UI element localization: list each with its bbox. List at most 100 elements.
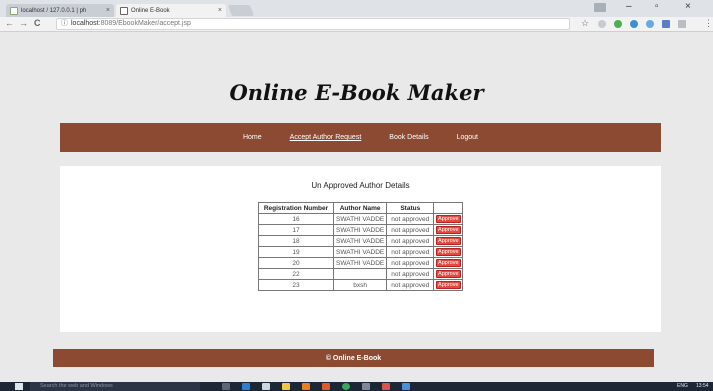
- new-tab-button[interactable]: [227, 5, 255, 16]
- store-icon[interactable]: [262, 383, 270, 390]
- app-icon[interactable]: [362, 383, 370, 390]
- tab-online-ebook[interactable]: Online E-Book ×: [116, 4, 226, 17]
- app-icon[interactable]: [402, 383, 410, 390]
- table-header-row: Registration Number Author Name Status: [258, 202, 464, 214]
- author-name-cell: bxsh: [332, 279, 388, 291]
- author-name-cell: SWATHI VADDE: [332, 235, 388, 247]
- minimize-button[interactable]: –: [626, 1, 632, 12]
- info-icon[interactable]: ⓘ: [61, 20, 68, 27]
- back-button[interactable]: ←: [5, 18, 14, 28]
- nav-home[interactable]: Home: [243, 134, 262, 141]
- extension-icon[interactable]: [646, 20, 654, 28]
- close-icon[interactable]: ×: [106, 7, 110, 14]
- author-name-cell: SWATHI VADDE: [332, 246, 388, 258]
- main-navbar: Home Accept Author Request Book Details …: [60, 123, 661, 152]
- column-header: Status: [386, 202, 435, 214]
- table-row: 17 SWATHI VADDE not approved Approve: [258, 224, 464, 236]
- app-icon[interactable]: [322, 383, 330, 390]
- tab-title: localhost / 127.0.0.1 | ph: [21, 7, 87, 14]
- unapproved-authors-table: Registration Number Author Name Status 1…: [258, 202, 464, 291]
- site-footer: © Online E-Book: [53, 349, 654, 367]
- url-path: :8089/EbookMaker/accept.jsp: [98, 20, 191, 27]
- action-cell: Approve: [433, 224, 464, 236]
- extension-icon[interactable]: [662, 20, 670, 28]
- language-indicator[interactable]: ENG: [677, 382, 688, 391]
- tab-title: Online E-Book: [131, 7, 170, 14]
- author-name-cell: SWATHI VADDE: [332, 213, 388, 225]
- approve-button[interactable]: Approve: [436, 215, 461, 223]
- address-bar[interactable]: ⓘ localhost:8089/EbookMaker/accept.jsp: [56, 18, 570, 30]
- maximize-button[interactable]: ▫: [655, 1, 659, 12]
- action-cell: Approve: [433, 257, 464, 269]
- registration-number-cell: 20: [258, 257, 334, 269]
- browser-toolbar: ← → C ⓘ localhost:8089/EbookMaker/accept.…: [0, 17, 713, 32]
- status-cell: not approved: [386, 257, 435, 269]
- table-row: 19 SWATHI VADDE not approved Approve: [258, 246, 464, 258]
- registration-number-cell: 23: [258, 279, 334, 291]
- column-header: Registration Number: [258, 202, 334, 214]
- app-icon[interactable]: [302, 383, 310, 390]
- action-cell: Approve: [433, 246, 464, 258]
- bookmark-star-icon[interactable]: ☆: [581, 18, 589, 29]
- taskbar-search-box[interactable]: Search the web and Windows: [30, 382, 200, 391]
- status-cell: not approved: [386, 235, 435, 247]
- close-icon[interactable]: ×: [218, 7, 222, 14]
- table-row: 18 SWATHI VADDE not approved Approve: [258, 235, 464, 247]
- registration-number-cell: 19: [258, 246, 334, 258]
- reload-button[interactable]: C: [34, 18, 41, 28]
- table-row: 23 bxsh not approved Approve: [258, 279, 464, 291]
- edge-icon[interactable]: [242, 383, 250, 390]
- status-cell: not approved: [386, 213, 435, 225]
- taskbar-clock[interactable]: 13:54: [696, 382, 709, 391]
- approve-button[interactable]: Approve: [436, 226, 461, 234]
- extension-icon[interactable]: [614, 20, 622, 28]
- url-host: localhost: [71, 20, 99, 27]
- forward-button[interactable]: →: [19, 18, 28, 28]
- app-icon[interactable]: [382, 383, 390, 390]
- file-explorer-icon[interactable]: [282, 383, 290, 390]
- status-cell: not approved: [386, 246, 435, 258]
- table-row: 20 SWATHI VADDE not approved Approve: [258, 257, 464, 269]
- extension-icon[interactable]: [678, 20, 686, 28]
- status-cell: not approved: [386, 224, 435, 236]
- tab-phpmyadmin[interactable]: localhost / 127.0.0.1 | ph ×: [6, 4, 114, 17]
- task-view-icon[interactable]: [222, 383, 230, 390]
- approve-button[interactable]: Approve: [436, 281, 461, 289]
- author-name-cell: [332, 268, 388, 280]
- extension-icon[interactable]: [630, 20, 638, 28]
- nav-accept-author-request[interactable]: Accept Author Request: [290, 134, 362, 141]
- profile-icon[interactable]: [594, 3, 606, 12]
- registration-number-cell: 17: [258, 224, 334, 236]
- page-icon: [120, 6, 128, 15]
- phpmyadmin-icon: [10, 6, 18, 15]
- approve-button[interactable]: Approve: [436, 270, 461, 278]
- action-cell: Approve: [433, 235, 464, 247]
- column-header: [433, 202, 464, 214]
- nav-logout[interactable]: Logout: [457, 134, 478, 141]
- column-header: Author Name: [332, 202, 388, 214]
- section-heading: Un Approved Author Details: [311, 181, 410, 190]
- author-name-cell: SWATHI VADDE: [332, 257, 388, 269]
- browser-menu-icon[interactable]: ⋮: [704, 18, 713, 29]
- chrome-icon[interactable]: [342, 383, 350, 390]
- registration-number-cell: 22: [258, 268, 334, 280]
- windows-taskbar: Search the web and Windows ENG 13:54: [0, 382, 713, 391]
- nav-book-details[interactable]: Book Details: [389, 134, 428, 141]
- table-row: 16 SWATHI VADDE not approved Approve: [258, 213, 464, 225]
- content-panel: Un Approved Author Details Registration …: [60, 166, 661, 332]
- extension-icon[interactable]: [598, 20, 606, 28]
- action-cell: Approve: [433, 213, 464, 225]
- registration-number-cell: 18: [258, 235, 334, 247]
- author-name-cell: SWATHI VADDE: [332, 224, 388, 236]
- registration-number-cell: 16: [258, 213, 334, 225]
- approve-button[interactable]: Approve: [436, 259, 461, 267]
- action-cell: Approve: [433, 268, 464, 280]
- browser-tab-strip: localhost / 127.0.0.1 | ph × Online E-Bo…: [0, 0, 713, 17]
- table-row: 22 not approved Approve: [258, 268, 464, 280]
- approve-button[interactable]: Approve: [436, 237, 461, 245]
- windows-start-icon[interactable]: [15, 383, 23, 390]
- status-cell: not approved: [386, 268, 435, 280]
- close-window-button[interactable]: ×: [685, 1, 691, 12]
- action-cell: Approve: [433, 279, 464, 291]
- approve-button[interactable]: Approve: [436, 248, 461, 256]
